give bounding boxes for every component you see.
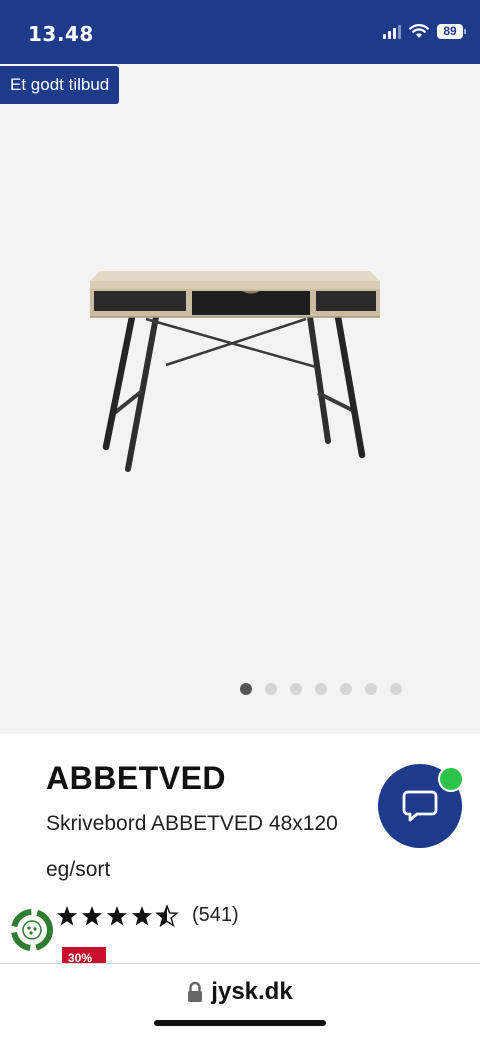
product-name: Skrivebord ABBETVED 48x120 <box>46 812 338 835</box>
chat-online-indicator <box>438 766 464 792</box>
wifi-icon <box>409 24 429 38</box>
discount-tag: 30% <box>62 947 106 964</box>
pagination-dot[interactable] <box>315 683 327 695</box>
product-variant: eg/sort <box>46 858 111 881</box>
lock-icon <box>188 981 203 1002</box>
url-display[interactable]: jysk.dk <box>0 978 480 1006</box>
url-text: jysk.dk <box>211 978 293 1005</box>
status-bar: 13.48 89 <box>0 0 480 64</box>
offer-badge: Et godt tilbud <box>0 66 120 104</box>
rating-count: (541) <box>192 904 239 926</box>
status-icons: 89 <box>383 24 466 39</box>
browser-address-bar[interactable]: jysk.dk <box>0 963 480 1039</box>
desk-product-image <box>90 271 380 472</box>
pagination-dot[interactable] <box>265 683 277 695</box>
pagination-dot[interactable] <box>340 683 352 695</box>
star-rating-icon <box>57 904 178 926</box>
pagination-dot[interactable] <box>290 683 302 695</box>
recycle-eco-icon <box>11 909 53 951</box>
product-brand: ABBETVED <box>46 760 227 796</box>
clock: 13.48 <box>28 22 94 46</box>
home-indicator[interactable] <box>154 1020 326 1026</box>
pagination-dot[interactable] <box>390 683 402 695</box>
chat-bubble-icon <box>402 790 438 822</box>
battery-level: 89 <box>437 24 463 39</box>
pagination-dot[interactable] <box>240 683 252 695</box>
battery-icon: 89 <box>437 24 466 39</box>
product-rating[interactable]: (541) <box>56 904 239 927</box>
cellular-signal-icon <box>383 24 401 39</box>
product-image-gallery[interactable]: Et godt tilbud <box>0 64 480 734</box>
gallery-pagination[interactable] <box>240 683 402 695</box>
pagination-dot[interactable] <box>365 683 377 695</box>
